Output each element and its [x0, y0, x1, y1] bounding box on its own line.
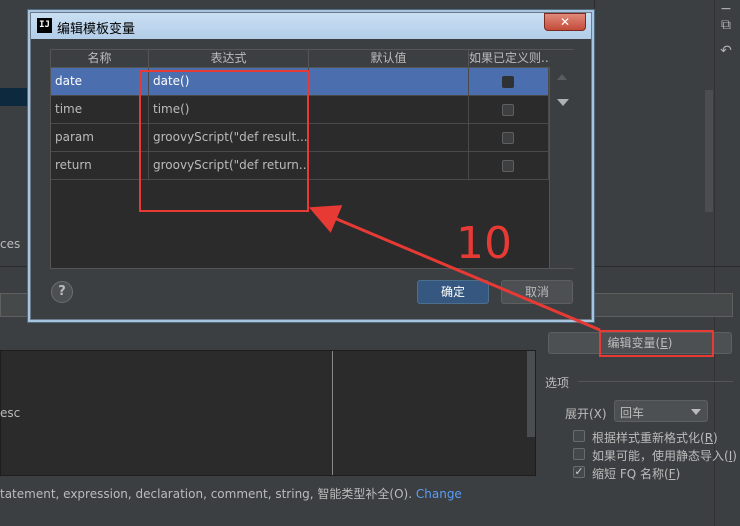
chevron-down-icon — [691, 409, 701, 415]
skip-if-defined-checkbox[interactable] — [502, 104, 514, 116]
row-skip-cell — [469, 152, 549, 180]
options-heading: 选项 — [545, 376, 570, 390]
undo-icon[interactable]: ↶ — [717, 42, 735, 60]
skip-if-defined-checkbox[interactable] — [502, 76, 514, 88]
edit-template-variables-dialog: IJ 编辑模板变量 ✕ 名称 表达式 默认值 如果已定义则... date da… — [30, 12, 592, 320]
expand-label: 展开(X) — [565, 407, 607, 421]
row-skip-cell — [469, 96, 549, 124]
copy-icon[interactable]: ⧉ — [717, 16, 735, 34]
dialog-titlebar[interactable]: IJ 编辑模板变量 ✕ — [31, 13, 591, 39]
move-up-icon[interactable] — [557, 74, 567, 80]
annotation-box-expressions — [139, 70, 309, 212]
left-text-esc: esc — [0, 406, 21, 420]
selected-row-band — [0, 88, 30, 106]
reformat-label: 根据样式重新格式化(R) — [592, 431, 718, 445]
expand-select-value: 回车 — [620, 406, 645, 420]
move-row-toolbar — [550, 49, 574, 269]
column-header-default[interactable]: 默认值 — [309, 50, 469, 68]
skip-if-defined-checkbox[interactable] — [502, 160, 514, 172]
right-pane — [594, 0, 715, 265]
row-name[interactable]: return — [51, 152, 149, 180]
cancel-button[interactable]: 取消 — [501, 280, 573, 304]
row-skip-cell — [469, 68, 549, 96]
pane-scrollbar[interactable] — [705, 90, 713, 212]
row-default[interactable] — [309, 124, 469, 152]
column-header-skip-if-defined[interactable]: 如果已定义则... — [469, 50, 551, 68]
context-status: tatement, expression, declaration, comme… — [0, 485, 462, 502]
help-button[interactable]: ? — [51, 281, 73, 303]
row-default[interactable] — [309, 96, 469, 124]
skip-if-defined-checkbox[interactable] — [502, 132, 514, 144]
editor-right-margin — [332, 351, 333, 475]
column-header-name[interactable]: 名称 — [51, 50, 149, 68]
annotation-box-edit-variables — [599, 330, 714, 357]
reformat-checkbox[interactable] — [573, 430, 585, 442]
row-name[interactable]: time — [51, 96, 149, 124]
static-import-checkbox[interactable] — [573, 448, 585, 460]
row-name[interactable]: param — [51, 124, 149, 152]
change-context-link[interactable]: Change — [416, 487, 462, 501]
column-header-expression[interactable]: 表达式 — [149, 50, 309, 68]
context-status-text: tatement, expression, declaration, comme… — [0, 487, 413, 501]
row-name[interactable]: date — [51, 68, 149, 96]
intellij-logo-icon: IJ — [37, 18, 52, 33]
shorten-fq-label: 缩短 FQ 名称(F) — [592, 467, 681, 481]
editor-scrollbar[interactable] — [527, 351, 535, 437]
left-text-ces: ces — [0, 237, 21, 251]
move-down-icon[interactable] — [557, 99, 569, 106]
dialog-title: 编辑模板变量 — [57, 22, 136, 37]
options-divider — [578, 381, 733, 382]
ok-button[interactable]: 确定 — [417, 280, 489, 304]
close-button[interactable]: ✕ — [544, 13, 586, 31]
static-import-label: 如果可能，使用静态导入(I) — [592, 449, 737, 463]
row-skip-cell — [469, 124, 549, 152]
row-default[interactable] — [309, 152, 469, 180]
shorten-fq-checkbox[interactable]: ✓ — [573, 466, 585, 478]
template-text-editor[interactable] — [0, 350, 536, 476]
expand-select[interactable]: 回车 — [614, 400, 708, 422]
row-default[interactable] — [309, 68, 469, 96]
